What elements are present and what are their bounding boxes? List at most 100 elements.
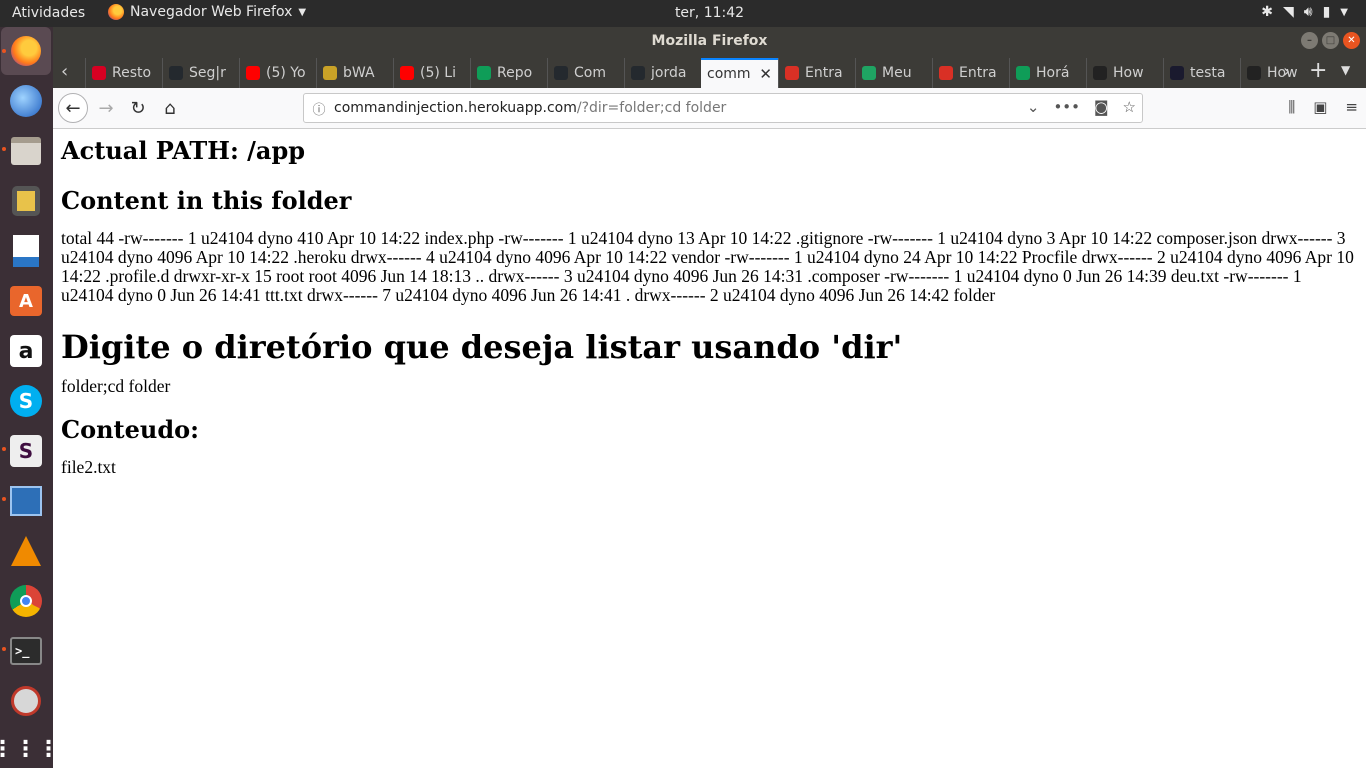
tab-label: (5) Yo — [266, 65, 306, 81]
url-path: /?dir=folder;cd folder — [576, 100, 727, 116]
tab[interactable]: Entra — [932, 58, 1009, 88]
tab-label: jorda — [651, 65, 687, 81]
dock-system-monitor[interactable] — [6, 481, 46, 521]
dock-terminal[interactable]: >_ — [6, 631, 46, 671]
result-value: file2.txt — [61, 457, 116, 477]
tab-label: Entra — [959, 65, 997, 81]
reload-button[interactable]: ↻ — [123, 93, 153, 123]
power-menu-icon[interactable]: ▼ — [1340, 7, 1348, 18]
tab-label: Seg|r — [189, 65, 226, 81]
list-all-tabs-icon[interactable]: ▼ — [1341, 63, 1350, 77]
scroll-tabs-right-icon[interactable]: › — [1283, 61, 1290, 82]
prompt-heading: Digite o diretório que deseja listar usa… — [61, 328, 903, 366]
dock-amazon[interactable]: a — [6, 331, 46, 371]
battery-icon[interactable]: ▮ — [1323, 4, 1331, 20]
tab[interactable]: Seg|r — [162, 58, 239, 88]
tab-strip: ‹ Resto Seg|r (5) Yo bWA (5) Li Repo Com jorda c… — [53, 55, 1366, 88]
tab-label: bWA — [343, 65, 375, 81]
dock-files[interactable] — [6, 131, 46, 171]
bookmark-star-icon[interactable]: ☆ — [1123, 98, 1136, 116]
tab[interactable]: Meu — [855, 58, 932, 88]
tab[interactable]: Com — [547, 58, 624, 88]
close-tab-icon[interactable]: ✕ — [759, 65, 772, 83]
sidebar-icon[interactable]: ▣ — [1313, 98, 1327, 116]
vlc-icon — [11, 536, 41, 566]
dock-slack[interactable]: S — [6, 431, 46, 471]
amazon-icon: a — [10, 335, 42, 367]
tab[interactable]: Resto — [85, 58, 162, 88]
new-tab-button[interactable]: + — [1309, 58, 1327, 83]
forward-button[interactable]: → — [91, 93, 121, 123]
result-heading: Conteudo: — [61, 415, 200, 444]
clock[interactable]: ter, 11:42 — [0, 5, 1366, 21]
tab[interactable]: How — [1240, 58, 1317, 88]
path-heading: Actual PATH: /app — [61, 136, 306, 165]
navigation-toolbar: ← → ↻ ⌂ ⓘ commandinjection.herokuapp.com… — [53, 88, 1366, 129]
close-window-button[interactable]: ✕ — [1343, 32, 1360, 49]
favicon-icon — [785, 66, 799, 80]
terminal-icon: >_ — [10, 637, 42, 665]
url-bar[interactable]: ⓘ commandinjection.herokuapp.com/?dir=fo… — [303, 93, 1143, 123]
tab-label: Com — [574, 65, 606, 81]
favicon-icon — [1247, 66, 1261, 80]
software-icon: A — [10, 286, 42, 316]
favicon-icon — [323, 66, 337, 80]
volume-icon[interactable]: 🔊︎ — [1304, 4, 1313, 20]
tab-selected[interactable]: comm ✕ — [701, 58, 778, 88]
pocket-icon[interactable]: ◙ — [1094, 98, 1109, 116]
gnome-top-bar: Atividades Navegador Web Firefox ▼ ter, … — [0, 0, 1366, 27]
rhythmbox-icon — [12, 186, 40, 216]
dock-skype[interactable]: S — [6, 381, 46, 421]
dir-value: folder;cd folder — [61, 376, 171, 396]
back-button[interactable]: ← — [58, 93, 88, 123]
dock-rhythmbox[interactable] — [6, 181, 46, 221]
dock-writer[interactable] — [6, 231, 46, 271]
favicon-icon — [169, 66, 183, 80]
page-content: Actual PATH: /app Content in this folder… — [53, 129, 1366, 768]
firefox-icon — [11, 36, 41, 66]
maximize-button[interactable]: □ — [1322, 32, 1339, 49]
home-button[interactable]: ⌂ — [155, 93, 185, 123]
tab[interactable]: testa — [1163, 58, 1240, 88]
wifi-icon[interactable]: ◥ — [1283, 4, 1294, 20]
tab[interactable]: (5) Li — [393, 58, 470, 88]
favicon-icon — [1170, 66, 1184, 80]
system-tray[interactable]: ✱ ◥ 🔊︎ ▮ ▼ — [1261, 4, 1348, 20]
running-indicator — [2, 147, 6, 151]
running-indicator — [2, 497, 6, 501]
dock-software[interactable]: A — [6, 281, 46, 321]
tab[interactable]: How — [1086, 58, 1163, 88]
hamburger-menu-icon[interactable]: ≡ — [1345, 98, 1358, 116]
library-icon[interactable]: ⫼ — [1288, 98, 1295, 116]
chevron-down-icon[interactable]: ⌄ — [1027, 98, 1040, 116]
bluetooth-icon[interactable]: ✱ — [1261, 4, 1273, 20]
running-indicator — [2, 647, 6, 651]
tab-label: comm — [707, 66, 751, 82]
tab-label: Horá — [1036, 65, 1070, 81]
tab[interactable]: bWA — [316, 58, 393, 88]
dock-vlc[interactable] — [6, 531, 46, 571]
tab[interactable]: Entra — [778, 58, 855, 88]
content-heading: Content in this folder — [61, 186, 352, 215]
files-icon — [11, 137, 41, 165]
minimize-button[interactable]: – — [1301, 32, 1318, 49]
tab[interactable]: Horá — [1009, 58, 1086, 88]
grid-icon: ⋮⋮⋮ — [0, 736, 61, 762]
system-monitor-icon — [10, 486, 42, 516]
dock-screenshot[interactable] — [6, 681, 46, 721]
favicon-icon — [631, 66, 645, 80]
dock-thunderbird[interactable] — [6, 81, 46, 121]
dock-firefox[interactable] — [1, 27, 51, 75]
tab[interactable]: Repo — [470, 58, 547, 88]
dock-chrome[interactable] — [6, 581, 46, 621]
scroll-tabs-left-icon[interactable]: ‹ — [61, 61, 68, 82]
favicon-icon — [862, 66, 876, 80]
tab[interactable]: (5) Yo — [239, 58, 316, 88]
show-applications-button[interactable]: ⋮⋮⋮ — [0, 729, 60, 768]
site-info-icon[interactable]: ⓘ — [304, 99, 334, 118]
favicon-icon — [477, 66, 491, 80]
page-actions-icon[interactable]: ••• — [1053, 98, 1080, 116]
window-title: Mozilla Firefox — [651, 33, 768, 49]
tab[interactable]: jorda — [624, 58, 701, 88]
folder-listing: total 44 -rw------- 1 u24104 dyno 410 Ap… — [61, 228, 1354, 305]
